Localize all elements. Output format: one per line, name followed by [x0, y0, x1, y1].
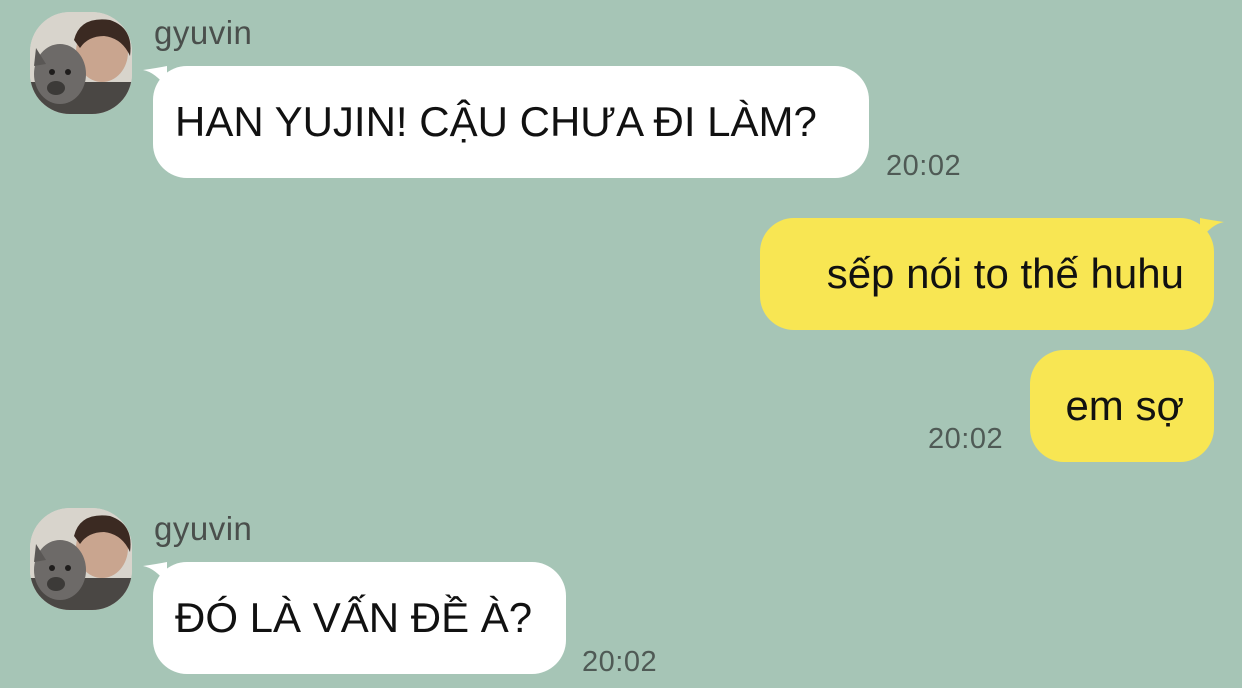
- avatar[interactable]: [30, 508, 132, 610]
- profile-photo-icon: [30, 508, 132, 610]
- message-bubble-outgoing[interactable]: sếp nói to thế huhu: [760, 218, 1214, 330]
- avatar[interactable]: [30, 12, 132, 114]
- message-bubble-incoming[interactable]: ĐÓ LÀ VẤN ĐỀ À?: [153, 562, 566, 674]
- bubble-tail: [1200, 218, 1224, 242]
- message-bubble-incoming[interactable]: HAN YUJIN! CẬU CHƯA ĐI LÀM?: [153, 66, 869, 178]
- message-text: HAN YUJIN! CẬU CHƯA ĐI LÀM?: [175, 98, 817, 145]
- message-text: sếp nói to thế huhu: [826, 250, 1184, 297]
- profile-photo-icon: [30, 12, 132, 114]
- message-text: em sợ: [1065, 382, 1184, 429]
- bubble-tail: [143, 562, 167, 586]
- message-timestamp: 20:02: [886, 150, 962, 182]
- chat-window: gyuvin HAN YUJIN! CẬU CHƯA ĐI LÀM? 20:02…: [0, 0, 1242, 688]
- message-bubble-outgoing[interactable]: em sợ: [1030, 350, 1214, 462]
- sender-name: gyuvin: [154, 14, 253, 51]
- message-text: ĐÓ LÀ VẤN ĐỀ À?: [175, 594, 533, 641]
- message-timestamp: 20:02: [928, 423, 1004, 455]
- bubble-tail: [143, 66, 167, 90]
- sender-name: gyuvin: [154, 510, 253, 547]
- message-timestamp: 20:02: [582, 646, 658, 678]
